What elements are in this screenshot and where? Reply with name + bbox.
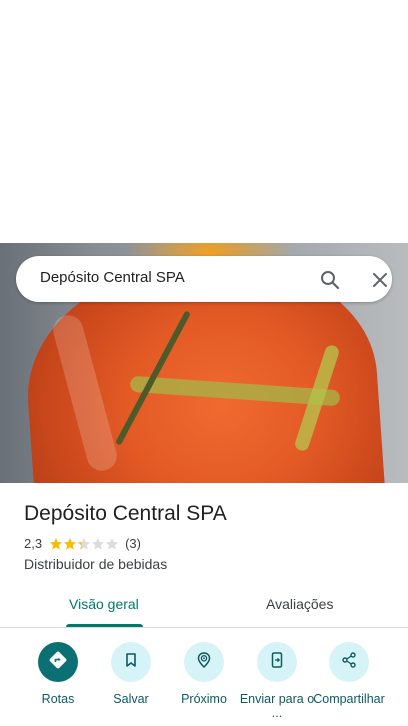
star-icon [63,537,77,551]
star-icon [91,537,105,551]
search-query[interactable]: Depósito Central SPA [40,269,185,286]
place-title: Depósito Central SPA [24,502,227,525]
close-icon[interactable] [368,268,392,292]
bookmark-icon [122,651,140,674]
tab-indicator [66,624,143,627]
send-to-phone-label: Enviar para o ... [239,692,315,720]
place-category[interactable]: Distribuidor de bebidas [24,556,167,572]
share-button[interactable]: Compartilhar [309,642,389,720]
directions-button[interactable]: Rotas [18,642,98,706]
map-area-blank [0,0,408,243]
share-label: Compartilhar [313,692,385,706]
search-bar[interactable]: Depósito Central SPA [16,256,392,302]
review-count: (3) [125,536,141,551]
tab-bar: Visão geral Avaliações [0,588,408,628]
tab-reviews[interactable]: Avaliações [266,596,333,612]
nearby-icon [195,651,213,674]
nearby-label: Próximo [181,692,227,706]
rating-row[interactable]: 2,3 (3) [24,536,141,551]
star-icon [49,537,63,551]
save-label: Salvar [113,692,149,706]
rating-stars [49,537,119,551]
search-icon[interactable] [318,268,342,292]
share-icon [340,651,358,674]
save-button[interactable]: Salvar [91,642,171,706]
action-bar: Rotas Salvar Próximo Enviar para o ... C… [0,640,408,726]
rating-value: 2,3 [24,536,43,551]
star-icon [105,537,119,551]
send-to-phone-button[interactable]: Enviar para o ... [237,642,317,720]
nearby-button[interactable]: Próximo [164,642,244,706]
star-icon [77,537,91,551]
directions-icon [48,650,68,675]
tab-overview[interactable]: Visão geral [69,596,139,612]
directions-label: Rotas [41,692,75,706]
send-to-phone-icon [268,651,286,674]
